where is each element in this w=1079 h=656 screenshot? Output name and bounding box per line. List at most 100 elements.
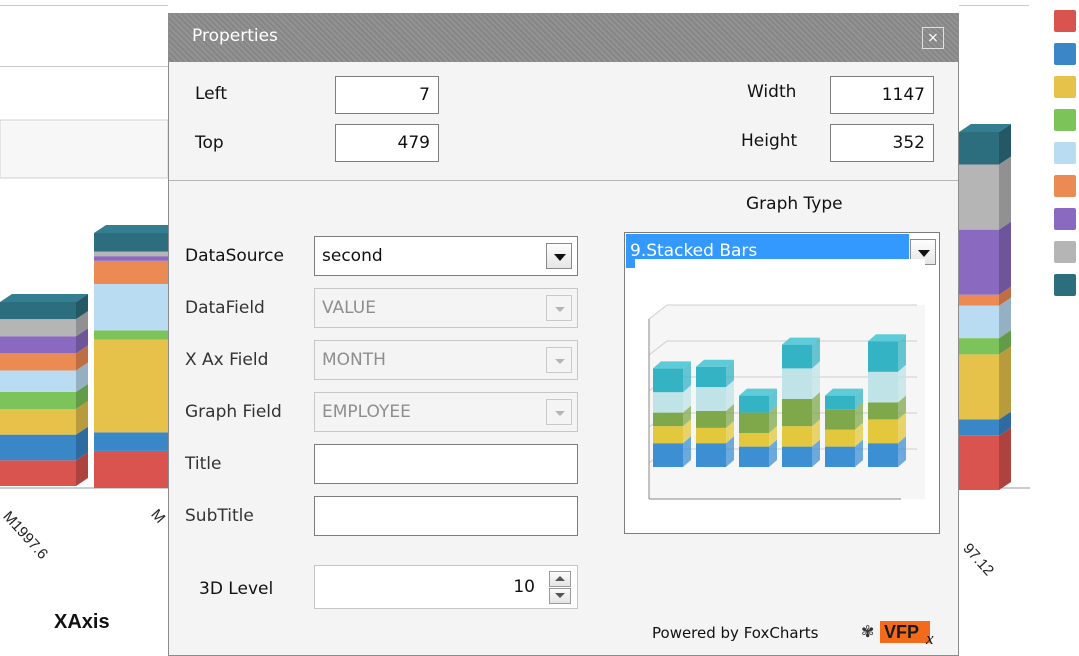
spin-down-icon[interactable] <box>549 588 571 604</box>
preview-bar-segment <box>696 410 726 428</box>
bar-left-segment <box>0 353 76 371</box>
datasource-select[interactable]: second <box>314 236 578 276</box>
bar-right-side <box>999 221 1011 295</box>
preview-bar-segment <box>825 409 855 430</box>
bar-right-segment <box>959 338 999 355</box>
bar-left-segment <box>0 408 76 435</box>
bar-left-top <box>0 294 88 302</box>
bar-mid-segment <box>94 450 168 488</box>
top-label: Top <box>195 133 224 153</box>
datasource-label: DataSource <box>185 246 284 266</box>
bar-right-side <box>999 427 1011 490</box>
xaxfield-label: X Ax Field <box>185 350 269 370</box>
preview-bar-segment <box>739 395 769 413</box>
chevron-down-icon[interactable] <box>546 295 572 321</box>
datasource-value: second <box>322 246 383 266</box>
preview-bar-segment <box>653 368 683 393</box>
powered-by-text: Powered by FoxCharts <box>652 624 819 642</box>
subtitle-input[interactable] <box>314 496 578 536</box>
preview-bar-segment <box>782 344 812 369</box>
preview-bar-segment <box>782 399 812 427</box>
bar-mid-segment <box>94 260 168 284</box>
vfp-logo-text: VFP <box>884 622 920 642</box>
graph-type-panel: 9.Stacked Bars <box>624 232 940 534</box>
bar-right-segment <box>959 164 999 230</box>
preview-bar-segment <box>868 419 898 444</box>
datafield-value: VALUE <box>322 298 376 318</box>
preview-bar-segment <box>653 443 683 467</box>
vfp-logo-suffix: x <box>926 629 934 648</box>
left-label: Left <box>195 84 227 104</box>
section-divider <box>169 180 958 181</box>
bar-left-segment <box>0 370 76 392</box>
datafield-select[interactable]: VALUE <box>314 288 578 328</box>
legend-swatch <box>1054 43 1076 65</box>
chevron-down-icon[interactable] <box>546 243 572 269</box>
legend-swatch <box>1054 76 1076 98</box>
legend-swatch <box>1054 175 1076 197</box>
level3d-label: 3D Level <box>199 579 274 599</box>
xaxis-title: XAxis <box>54 611 110 633</box>
top-input[interactable]: 479 <box>335 124 439 162</box>
xaxfield-value: MONTH <box>322 350 386 370</box>
preview-bar-segment <box>696 387 726 411</box>
preview-bar-segment <box>653 392 683 413</box>
chevron-down-icon[interactable] <box>546 399 572 425</box>
preview-bar-segment <box>868 371 898 403</box>
preview-bar-segment <box>868 341 898 372</box>
legend <box>1054 10 1076 307</box>
paw-icon: ✾ <box>861 622 875 641</box>
level3d-spinner[interactable]: 10 <box>314 565 578 609</box>
title-label: Title <box>185 454 222 474</box>
bar-left-segment <box>0 319 76 337</box>
preview-bar-segment <box>653 426 683 444</box>
bar-right-segment <box>959 305 999 339</box>
preview-bar-segment <box>825 395 855 410</box>
bar-left-segment <box>0 460 76 486</box>
bar-right-segment <box>959 229 999 295</box>
level3d-value: 10 <box>513 577 535 597</box>
bar-right-segment <box>959 435 999 490</box>
dialog-titlebar[interactable]: Properties × <box>169 14 958 62</box>
bar-left-segment <box>0 434 76 461</box>
preview-bar-segment <box>782 368 812 399</box>
preview-bar-segment <box>739 433 769 447</box>
top-rule <box>0 5 168 6</box>
xaxfield-select[interactable]: MONTH <box>314 340 578 380</box>
preview-bar-segment <box>696 366 726 388</box>
bar-left-segment <box>0 391 76 409</box>
legend-swatch <box>1054 142 1076 164</box>
bar-right-segment <box>959 419 999 436</box>
bar-mid-segment <box>94 256 168 261</box>
preview-bar-segment <box>739 446 769 467</box>
title-input[interactable] <box>314 444 578 484</box>
chevron-down-icon[interactable] <box>546 347 572 373</box>
width-input[interactable]: 1147 <box>830 76 934 114</box>
spin-up-icon[interactable] <box>549 571 571 587</box>
band-rule <box>0 66 168 67</box>
close-button[interactable]: × <box>922 27 944 49</box>
top-rule <box>959 5 1029 6</box>
preview-bar-segment <box>825 446 855 467</box>
bar-mid-segment <box>94 284 168 331</box>
height-input[interactable]: 352 <box>830 124 934 162</box>
preview-bar-segment <box>868 443 898 467</box>
width-label: Width <box>747 82 797 102</box>
graph-type-label: Graph Type <box>746 194 843 214</box>
graph-preview-image <box>635 259 925 529</box>
legend-swatch <box>1054 10 1076 32</box>
bar-right-side <box>999 346 1011 420</box>
preview-bar-segment <box>696 443 726 467</box>
legend-swatch <box>1054 208 1076 230</box>
preview-bar-segment <box>825 429 855 447</box>
legend-swatch <box>1054 109 1076 131</box>
graphfield-label: Graph Field <box>185 402 282 422</box>
graphfield-select[interactable]: EMPLOYEE <box>314 392 578 432</box>
properties-dialog: Properties × Left 7 Top 479 Width 1147 H… <box>168 13 959 656</box>
bar-mid-segment <box>94 251 168 257</box>
preview-bar-segment <box>782 426 812 447</box>
bar-right-segment <box>959 294 999 306</box>
left-input[interactable]: 7 <box>335 76 439 114</box>
preview-bar-segment <box>653 412 683 427</box>
subtitle-label: SubTitle <box>185 506 254 526</box>
